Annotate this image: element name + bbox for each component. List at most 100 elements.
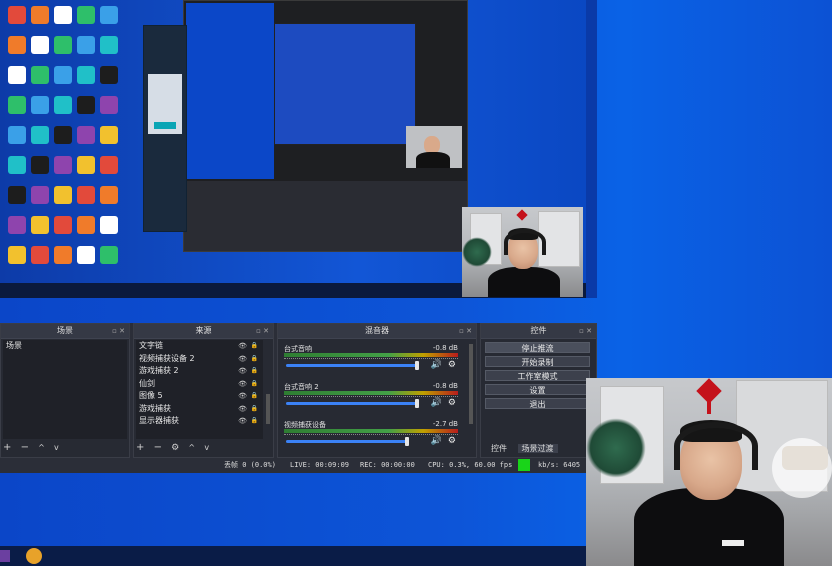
- desktop-app-icon[interactable]: [77, 156, 95, 174]
- source-item[interactable]: 游戏捕获 2 👁 🔒: [136, 365, 263, 378]
- tab-controls[interactable]: 控件: [483, 444, 515, 453]
- desktop-app-icon[interactable]: [54, 186, 72, 204]
- scene-item[interactable]: 场景: [3, 340, 127, 353]
- taskbar-app-icon[interactable]: [0, 550, 10, 562]
- lock-icon[interactable]: 🔒: [251, 340, 258, 353]
- source-item[interactable]: 视频捕获设备 2 👁 🔒: [136, 353, 263, 366]
- desktop-app-icon[interactable]: [54, 156, 72, 174]
- volume-slider[interactable]: [286, 440, 407, 443]
- desktop-app-icon[interactable]: [8, 246, 26, 264]
- desktop-app-icon[interactable]: [77, 216, 95, 234]
- desktop-app-icon[interactable]: [100, 216, 118, 234]
- desktop-app-icon[interactable]: [31, 246, 49, 264]
- add-scene-button[interactable]: +: [3, 442, 11, 453]
- eye-icon[interactable]: 👁: [238, 390, 247, 403]
- lock-icon[interactable]: 🔒: [251, 403, 258, 416]
- desktop-app-icon[interactable]: [31, 216, 49, 234]
- lock-icon[interactable]: 🔒: [251, 390, 258, 403]
- desktop-app-icon[interactable]: [77, 126, 95, 144]
- lock-icon[interactable]: 🔒: [251, 353, 258, 366]
- studio-mode-button[interactable]: 工作室模式: [485, 370, 590, 381]
- desktop-app-icon[interactable]: [100, 6, 118, 24]
- desktop-app-icon[interactable]: [8, 66, 26, 84]
- desktop-app-icon[interactable]: [100, 156, 118, 174]
- move-down-button[interactable]: v: [204, 443, 209, 452]
- taskbar-app-icon[interactable]: [26, 548, 42, 564]
- volume-slider[interactable]: [286, 402, 417, 405]
- desktop-app-icon[interactable]: [54, 126, 72, 144]
- lock-icon[interactable]: 🔒: [251, 415, 258, 428]
- gear-icon[interactable]: ⚙: [448, 436, 456, 446]
- eye-icon[interactable]: 👁: [238, 353, 247, 366]
- move-up-button[interactable]: ^: [188, 443, 195, 452]
- sources-scrollbar[interactable]: [266, 394, 270, 424]
- desktop-app-icon[interactable]: [100, 66, 118, 84]
- desktop-app-icon[interactable]: [8, 36, 26, 54]
- desktop-app-icon[interactable]: [77, 96, 95, 114]
- remove-source-button[interactable]: −: [154, 442, 162, 453]
- mixer-scrollbar[interactable]: [469, 344, 473, 424]
- desktop-app-icon[interactable]: [31, 156, 49, 174]
- start-recording-button[interactable]: 开始录制: [485, 356, 590, 367]
- desktop-app-icon[interactable]: [54, 36, 72, 54]
- desktop-app-icon[interactable]: [31, 186, 49, 204]
- desktop-app-icon[interactable]: [31, 6, 49, 24]
- source-item[interactable]: 图像 5 👁 🔒: [136, 390, 263, 403]
- move-up-button[interactable]: ^: [38, 443, 45, 452]
- move-down-button[interactable]: v: [54, 443, 59, 452]
- desktop-app-icon[interactable]: [31, 36, 49, 54]
- desktop-app-icon[interactable]: [77, 186, 95, 204]
- gear-icon[interactable]: ⚙: [171, 443, 179, 453]
- desktop-app-icon[interactable]: [54, 246, 72, 264]
- gear-icon[interactable]: ⚙: [448, 398, 456, 408]
- volume-slider-handle[interactable]: [414, 361, 419, 370]
- desktop-app-icon[interactable]: [100, 186, 118, 204]
- nested-obs-window: [183, 0, 468, 252]
- add-source-button[interactable]: +: [136, 442, 144, 453]
- remove-scene-button[interactable]: −: [21, 442, 29, 453]
- eye-icon[interactable]: 👁: [238, 365, 247, 378]
- source-item[interactable]: 显示器捕获 👁 🔒: [136, 415, 263, 428]
- desktop-app-icon[interactable]: [54, 66, 72, 84]
- eye-icon[interactable]: 👁: [238, 378, 247, 391]
- desktop-app-icon[interactable]: [54, 6, 72, 24]
- desktop-app-icon[interactable]: [54, 96, 72, 114]
- desktop-app-icon[interactable]: [77, 66, 95, 84]
- stop-streaming-button[interactable]: 停止推流: [485, 342, 590, 353]
- desktop-app-icon[interactable]: [8, 126, 26, 144]
- speaker-icon[interactable]: 🔊: [431, 398, 442, 408]
- desktop-app-icon[interactable]: [100, 246, 118, 264]
- desktop-app-icon[interactable]: [31, 126, 49, 144]
- lock-icon[interactable]: 🔒: [251, 365, 258, 378]
- desktop-app-icon[interactable]: [100, 36, 118, 54]
- desktop-app-icon[interactable]: [31, 66, 49, 84]
- speaker-icon[interactable]: 🔊: [431, 436, 442, 446]
- volume-slider-handle[interactable]: [414, 399, 419, 408]
- volume-slider[interactable]: [286, 364, 417, 367]
- desktop-app-icon[interactable]: [8, 156, 26, 174]
- eye-icon[interactable]: 👁: [238, 403, 247, 416]
- desktop-app-icon[interactable]: [77, 246, 95, 264]
- lock-icon[interactable]: 🔒: [251, 378, 258, 391]
- eye-icon[interactable]: 👁: [238, 415, 247, 428]
- desktop-app-icon[interactable]: [8, 186, 26, 204]
- desktop-app-icon[interactable]: [100, 96, 118, 114]
- eye-icon[interactable]: 👁: [238, 340, 247, 353]
- gear-icon[interactable]: ⚙: [448, 360, 456, 370]
- desktop-app-icon[interactable]: [8, 6, 26, 24]
- settings-button[interactable]: 设置: [485, 384, 590, 395]
- desktop-app-icon[interactable]: [8, 96, 26, 114]
- desktop-app-icon[interactable]: [100, 126, 118, 144]
- desktop-app-icon[interactable]: [54, 216, 72, 234]
- speaker-icon[interactable]: 🔊: [431, 360, 442, 370]
- desktop-app-icon[interactable]: [77, 6, 95, 24]
- desktop-app-icon[interactable]: [31, 96, 49, 114]
- source-item[interactable]: 游戏捕获 👁 🔒: [136, 403, 263, 416]
- source-item[interactable]: 仙剑 👁 🔒: [136, 378, 263, 391]
- desktop-app-icon[interactable]: [8, 216, 26, 234]
- source-item[interactable]: 文字链 👁 🔒: [136, 340, 263, 353]
- tab-transitions[interactable]: 场景过渡: [517, 444, 558, 453]
- volume-slider-handle[interactable]: [404, 437, 409, 446]
- exit-button[interactable]: 退出: [485, 398, 590, 409]
- desktop-app-icon[interactable]: [77, 36, 95, 54]
